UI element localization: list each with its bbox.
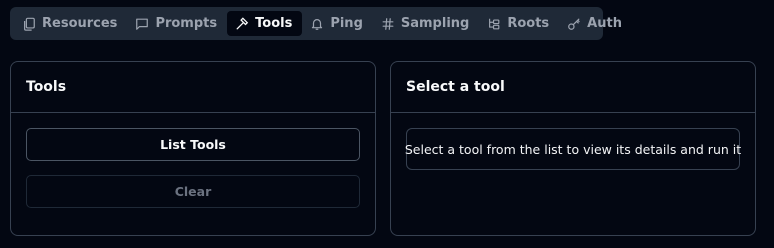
tab-label: Tools bbox=[255, 16, 293, 31]
tab-label: Auth bbox=[587, 16, 622, 31]
folder-tree-icon bbox=[487, 17, 501, 31]
files-icon bbox=[22, 17, 36, 31]
tab-tools[interactable]: Tools bbox=[227, 11, 303, 36]
tab-roots[interactable]: Roots bbox=[479, 11, 559, 36]
empty-state-message: Select a tool from the list to view its … bbox=[405, 128, 741, 170]
tab-resources[interactable]: Resources bbox=[14, 11, 127, 36]
list-tools-button[interactable]: List Tools bbox=[26, 128, 360, 161]
tab-label: Prompts bbox=[155, 16, 218, 31]
tab-ping[interactable]: Ping bbox=[302, 11, 373, 36]
key-icon bbox=[567, 17, 581, 31]
hammer-icon bbox=[235, 16, 249, 31]
tab-sampling[interactable]: Sampling bbox=[373, 11, 479, 36]
tab-prompts[interactable]: Prompts bbox=[127, 11, 227, 36]
hash-icon bbox=[381, 17, 395, 31]
bell-icon bbox=[310, 17, 324, 31]
tools-panel-title: Tools bbox=[11, 62, 375, 113]
message-square-icon bbox=[135, 17, 149, 31]
tab-label: Resources bbox=[42, 16, 118, 31]
tool-detail-title: Select a tool bbox=[391, 62, 755, 113]
tab-auth[interactable]: Auth bbox=[559, 11, 632, 36]
tab-label: Sampling bbox=[400, 16, 470, 31]
tools-panel: Tools List Tools Clear bbox=[10, 61, 376, 236]
tab-bar: Resources Prompts Tools Ping Sampling Ro… bbox=[10, 7, 622, 40]
clear-button[interactable]: Clear bbox=[26, 175, 360, 208]
tab-label: Ping bbox=[330, 16, 363, 31]
tab-label: Roots bbox=[507, 16, 550, 31]
tool-detail-panel: Select a tool Select a tool from the lis… bbox=[390, 61, 756, 236]
